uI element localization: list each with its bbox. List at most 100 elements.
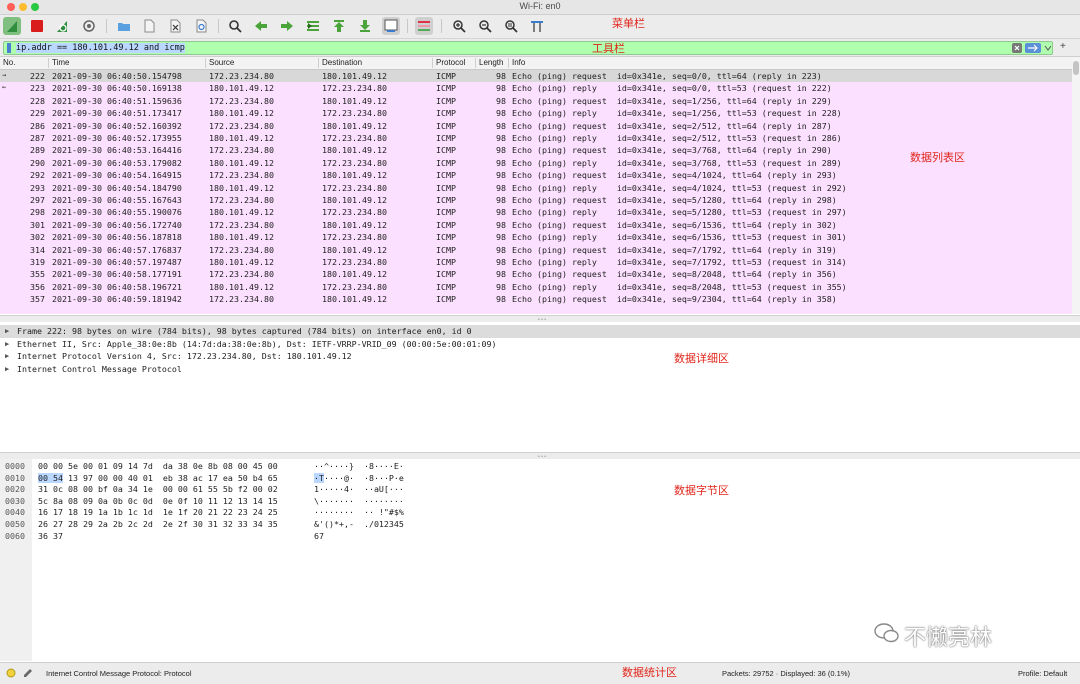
column-header-length[interactable]: Length [479, 58, 503, 68]
table-row[interactable]: 357 2021-09-30 06:40:59.181942 172.23.234.… [0, 293, 1072, 305]
selected-ascii[interactable]: ·T [314, 472, 324, 483]
goto-packet-icon [307, 21, 319, 31]
bytes-row[interactable]: 0000 00 00 5e 00 01 09 14 7d da 38 0e 8b… [0, 461, 1080, 473]
zoom-out-button[interactable] [476, 17, 494, 35]
toolbar-separator [218, 19, 219, 33]
cell-destination: 172.23.234.80 [322, 257, 387, 267]
table-row[interactable]: 293 2021-09-30 06:40:54.184790 180.101.49.… [0, 182, 1072, 194]
cell-no: 297 [30, 195, 45, 205]
table-row[interactable]: 229 2021-09-30 06:40:51.173417 180.101.49.… [0, 107, 1072, 119]
table-row[interactable]: 301 2021-09-30 06:40:56.172740 172.23.234.… [0, 219, 1072, 231]
column-header-info[interactable]: Info [512, 58, 525, 68]
document-icon [144, 19, 155, 33]
bytes-row[interactable]: 0040 16 17 18 19 1a 1b 1c 1d 1e 1f 20 21… [0, 507, 1080, 519]
column-header-protocol[interactable]: Protocol [436, 58, 465, 68]
colorize-button[interactable] [415, 17, 433, 35]
bytes-row[interactable]: 0050 26 27 28 29 2a 2b 2c 2d 2e 2f 30 31… [0, 519, 1080, 531]
bytes-row[interactable]: 0030 5c 8a 08 09 0a 0b 0c 0d 0e 0f 10 11… [0, 496, 1080, 508]
reload-file-button[interactable] [192, 17, 210, 35]
go-to-packet-button[interactable] [304, 17, 322, 35]
detail-row-ipv4[interactable]: ▶ Internet Protocol Version 4, Src: 172.2… [0, 350, 1080, 363]
cell-destination: 172.23.234.80 [322, 207, 387, 218]
edit-comment-icon[interactable] [23, 668, 33, 678]
bookmark-icon [7, 43, 11, 53]
apply-filter-icon[interactable] [1025, 43, 1041, 53]
cell-no: 223 [30, 83, 45, 94]
table-row[interactable]: 287 2021-09-30 06:40:52.173955 180.101.49.… [0, 132, 1072, 144]
table-row[interactable]: 355 2021-09-30 06:40:58.177191 172.23.234.… [0, 268, 1072, 280]
restart-capture-button[interactable] [53, 17, 71, 35]
table-row[interactable]: 302 2021-09-30 06:40:56.187818 180.101.49.… [0, 231, 1072, 243]
detail-row-icmp[interactable]: ▶ Internet Control Message Protocol [0, 363, 1080, 376]
cell-source: 180.101.49.12 [209, 83, 274, 94]
cell-length: 98 [496, 170, 506, 181]
table-row[interactable]: 223 2021-09-30 06:40:50.169138 180.101.49.… [0, 82, 1072, 94]
ready-status-icon[interactable] [6, 668, 16, 678]
column-header-destination[interactable]: Destination [322, 58, 362, 68]
status-profile[interactable]: Profile: Default [1018, 669, 1067, 678]
arrow-right-icon [281, 21, 293, 31]
resize-columns-button[interactable] [528, 17, 546, 35]
save-file-button[interactable] [140, 17, 158, 35]
expand-triangle-icon[interactable]: ▶ [5, 338, 9, 351]
cell-info: Echo (ping) request id=0x341e, seq=2/512… [512, 120, 832, 131]
cell-no: 289 [30, 145, 45, 156]
bytes-row[interactable]: 0020 31 0c 08 00 bf 0a 34 1e 00 00 61 55… [0, 484, 1080, 496]
first-packet-button[interactable] [330, 17, 348, 35]
normal-size-button[interactable] [502, 17, 520, 35]
start-capture-button[interactable] [3, 17, 21, 35]
expand-triangle-icon[interactable]: ▶ [5, 350, 9, 363]
table-row[interactable]: 297 2021-09-30 06:40:55.167643 172.23.234.… [0, 194, 1072, 206]
auto-scroll-button[interactable] [382, 17, 400, 35]
column-header-source[interactable]: Source [209, 58, 234, 68]
table-row[interactable]: 292 2021-09-30 06:40:54.164915 172.23.234.… [0, 169, 1072, 181]
zoom-in-button[interactable] [450, 17, 468, 35]
clear-filter-icon[interactable] [1012, 43, 1022, 53]
go-forward-button[interactable] [278, 17, 296, 35]
bytes-row[interactable]: 0010 00 54 13 97 00 00 40 01 eb 38 ac 17… [0, 472, 1080, 485]
cell-length: 98 [496, 281, 506, 292]
open-file-button[interactable] [115, 17, 133, 35]
table-row[interactable]: 356 2021-09-30 06:40:58.196721 180.101.49.… [0, 281, 1072, 293]
go-back-button[interactable] [252, 17, 270, 35]
cell-info: Echo (ping) request id=0x341e, seq=0/0, … [512, 71, 822, 81]
display-filter-input[interactable]: ip.addr == 180.101.49.12 and icmp [3, 41, 1053, 55]
cell-time: 2021-09-30 06:40:53.179082 [52, 157, 182, 168]
cell-destination: 172.23.234.80 [322, 133, 387, 143]
table-row[interactable]: 314 2021-09-30 06:40:57.176837 172.23.234.… [0, 244, 1072, 256]
reload-icon [196, 19, 207, 33]
cell-protocol: ICMP [436, 244, 456, 255]
add-filter-button[interactable]: + [1060, 41, 1066, 52]
capture-options-button[interactable] [80, 17, 98, 35]
stop-capture-button[interactable] [28, 17, 46, 35]
column-header-time[interactable]: Time [52, 58, 69, 68]
annotation-bytes: 数据字节区 [674, 485, 729, 497]
column-header-no[interactable]: No. [3, 58, 15, 68]
find-packet-button[interactable] [226, 17, 244, 35]
packet-list-scrollbar[interactable] [1072, 57, 1080, 314]
cell-length: 98 [496, 219, 506, 230]
detail-row-ethernet[interactable]: ▶ Ethernet II, Src: Apple_38:0e:8b (14:7d… [0, 338, 1080, 351]
table-row[interactable]: 298 2021-09-30 06:40:55.190076 180.101.49.… [0, 206, 1072, 218]
toolbar-separator [441, 19, 442, 33]
expand-triangle-icon[interactable]: ▶ [5, 363, 9, 376]
arrow-up-bar-icon [334, 20, 344, 32]
cell-protocol: ICMP [436, 157, 456, 168]
bytes-row[interactable]: 0060 36 37 67 [0, 531, 1080, 543]
table-row[interactable]: 222 2021-09-30 06:40:50.154798 172.23.234.… [0, 70, 1072, 83]
chevron-down-icon[interactable] [1044, 44, 1051, 52]
selected-bytes[interactable]: 00 54 [38, 472, 63, 483]
table-row[interactable]: 319 2021-09-30 06:40:57.197487 180.101.49.… [0, 256, 1072, 268]
detail-row-frame[interactable]: ▶ Frame 222: 98 bytes on wire (784 bits),… [0, 325, 1080, 338]
expand-triangle-icon[interactable]: ▶ [5, 325, 9, 338]
cell-destination: 172.23.234.80 [322, 182, 387, 193]
table-row[interactable]: 228 2021-09-30 06:40:51.159636 172.23.234.… [0, 95, 1072, 107]
stop-icon [31, 20, 43, 32]
toolbar-separator [407, 19, 408, 33]
close-file-button[interactable] [166, 17, 184, 35]
last-packet-button[interactable] [356, 17, 374, 35]
scrollbar-thumb[interactable] [1073, 61, 1079, 75]
search-icon [229, 20, 242, 33]
cell-no: 356 [30, 281, 45, 292]
table-row[interactable]: 286 2021-09-30 06:40:52.160392 172.23.234.… [0, 120, 1072, 132]
